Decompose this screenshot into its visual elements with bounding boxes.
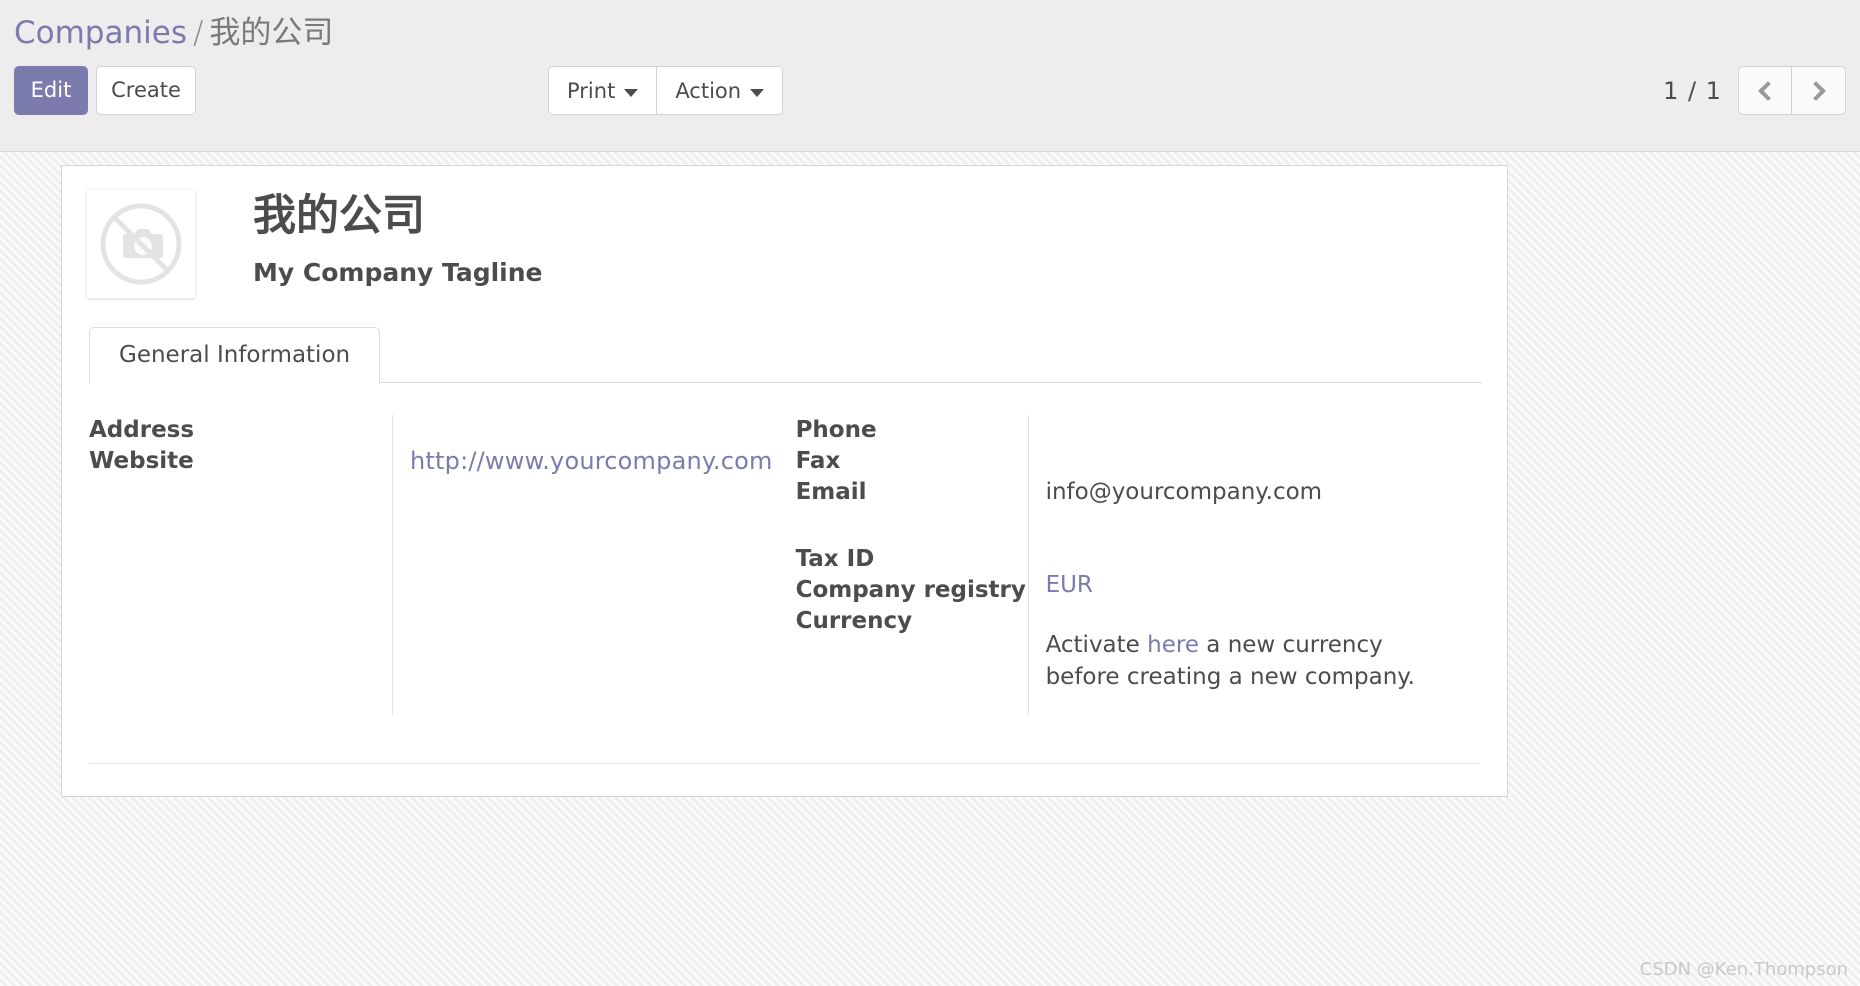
label-company-registry: Company registry <box>795 577 1026 603</box>
label-currency: Currency <box>795 608 913 634</box>
value-tax-id[interactable] <box>1046 508 1482 539</box>
chevron-down-icon <box>750 88 765 97</box>
value-currency[interactable]: EUR <box>1046 570 1482 601</box>
right-labels: Phone Fax Email Tax ID Company registry … <box>773 415 1028 715</box>
no-camera-placeholder-icon <box>100 203 182 285</box>
pager-next-button[interactable] <box>1792 66 1846 115</box>
create-button[interactable]: Create <box>96 66 196 115</box>
value-company-registry[interactable] <box>1046 539 1482 570</box>
form-column-left: Address Website http://www.yourcompany.c… <box>62 415 773 715</box>
breadcrumb-separator: / <box>192 15 204 51</box>
label-tax-id: Tax ID <box>795 546 875 572</box>
action-label: Action <box>675 78 742 103</box>
value-email[interactable]: info@yourcompany.com <box>1046 477 1482 508</box>
control-panel: Companies / 我的公司 Edit Create Print Action … <box>0 0 1860 152</box>
chevron-right-icon <box>1806 80 1826 101</box>
value-website-link[interactable]: http://www.yourcompany.com <box>410 446 773 477</box>
breadcrumb-current: 我的公司 <box>209 15 334 51</box>
label-email: Email <box>795 479 867 505</box>
record-title-text: 我的公司 My Company Tagline <box>253 190 543 287</box>
currency-help-prefix: Activate <box>1045 632 1148 658</box>
left-labels: Address Website <box>62 415 392 715</box>
company-tagline: My Company Tagline <box>253 258 543 288</box>
company-logo-upload[interactable] <box>87 190 195 298</box>
label-website: Website <box>89 448 194 474</box>
activate-currency-here-link[interactable]: here <box>1147 632 1199 658</box>
record-title-row: 我的公司 My Company Tagline <box>62 166 1507 298</box>
label-fax: Fax <box>795 448 841 474</box>
pager-count: 1 / 1 <box>1663 76 1722 105</box>
breadcrumb-root-link[interactable]: Companies <box>14 15 187 51</box>
watermark: CSDN @Ken.Thompson <box>1639 959 1848 980</box>
value-fax[interactable] <box>1046 446 1482 477</box>
action-dropdown-button[interactable]: Action <box>657 66 784 115</box>
left-values: http://www.yourcompany.com <box>392 415 773 715</box>
pager-previous-button[interactable] <box>1738 66 1792 115</box>
notebook-tabs: General Information <box>89 327 1482 384</box>
company-name: 我的公司 <box>253 191 425 241</box>
dropdown-button-group: Print Action <box>548 66 784 115</box>
pager: 1 / 1 <box>1663 66 1846 115</box>
value-phone[interactable] <box>1046 415 1482 446</box>
form-background: 我的公司 My Company Tagline General Informat… <box>0 152 1860 986</box>
label-phone: Phone <box>795 417 877 443</box>
form-sheet: 我的公司 My Company Tagline General Informat… <box>61 165 1508 797</box>
sheet-footer-divider <box>89 763 1480 764</box>
chevron-left-icon <box>1757 80 1778 101</box>
form-column-right: Phone Fax Email Tax ID Company registry … <box>773 415 1482 715</box>
tab-general-information[interactable]: General Information <box>89 327 381 384</box>
edit-button[interactable]: Edit <box>14 66 88 115</box>
chevron-down-icon <box>624 88 639 97</box>
value-address[interactable] <box>410 415 773 446</box>
print-label: Print <box>567 78 616 103</box>
currency-help-text: Activate here a new currency before crea… <box>1046 629 1416 693</box>
form-fields-area: Address Website http://www.yourcompany.c… <box>62 383 1507 715</box>
breadcrumb: Companies / 我的公司 <box>0 0 1860 52</box>
print-dropdown-button[interactable]: Print <box>548 66 658 115</box>
right-values: info@yourcompany.com EUR Activate here a… <box>1027 415 1482 715</box>
control-panel-buttons: Edit Create Print Action 1 / 1 <box>0 66 1860 126</box>
label-address: Address <box>89 417 195 443</box>
